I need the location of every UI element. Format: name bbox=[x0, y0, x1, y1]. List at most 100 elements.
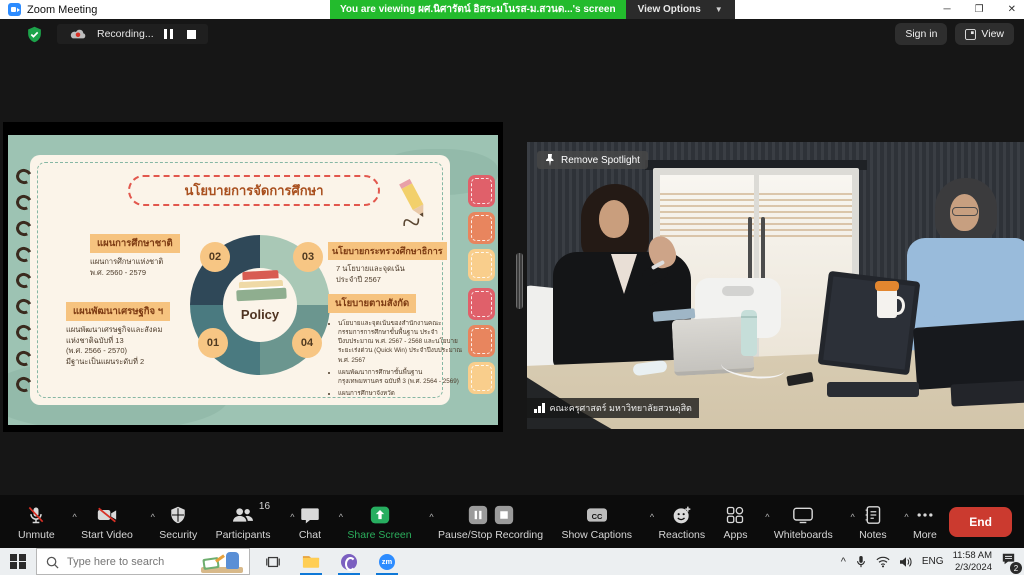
whiteboards-label: Whiteboards bbox=[774, 529, 833, 541]
power-strip bbox=[827, 382, 919, 397]
share-screen-button[interactable]: Share Screen ^ bbox=[341, 502, 425, 541]
participant-name: คณะครุศาสตร์ มหาวิทยาลัยสวนดุสิต bbox=[550, 401, 692, 415]
pause-stop-label: Pause/Stop Recording bbox=[438, 529, 543, 541]
bullet-item: แผนการศึกษาจังหวัด bbox=[338, 389, 464, 398]
policy-center-label: Policy bbox=[220, 307, 300, 322]
notebook-coils bbox=[16, 169, 32, 392]
stop-recording-icon[interactable] bbox=[187, 30, 196, 39]
pause-recording-icon[interactable] bbox=[164, 29, 173, 39]
show-captions-label: Show Captions bbox=[561, 529, 632, 541]
taskbar-search[interactable] bbox=[36, 548, 250, 575]
bittorrent-button[interactable] bbox=[334, 548, 364, 575]
block-body: แผนพัฒนาเศรษฐกิจและสังคม แห่งชาติฉบับที่… bbox=[66, 325, 196, 367]
chat-button[interactable]: Chat ^ bbox=[293, 502, 335, 541]
file-explorer-icon bbox=[302, 554, 320, 569]
reactions-button[interactable]: Reactions bbox=[652, 502, 711, 541]
zoom-taskbar-icon: zm bbox=[379, 554, 395, 570]
share-screen-label: Share Screen bbox=[347, 529, 411, 541]
view-options-label: View Options bbox=[638, 4, 701, 15]
view-layout-icon bbox=[965, 29, 976, 40]
zoom-taskbar-button[interactable]: zm bbox=[372, 548, 402, 575]
whiteboards-button[interactable]: Whiteboards ^ bbox=[768, 502, 847, 541]
task-view-button[interactable] bbox=[258, 548, 288, 575]
clock-date: 2/3/2024 bbox=[953, 562, 992, 574]
volume-icon[interactable] bbox=[899, 556, 913, 568]
system-tray: ^ ENG 11:58 AM 2/3/2024 2 bbox=[841, 548, 1024, 575]
slide-block-ministry-policy: นโยบายกระทรวงศึกษาธิการ 7 นโยบายและจุดเน… bbox=[328, 241, 468, 285]
security-button[interactable]: Security bbox=[153, 502, 203, 541]
signal-bars-icon bbox=[534, 403, 545, 413]
more-button[interactable]: More bbox=[907, 502, 943, 541]
remove-spotlight-button[interactable]: Remove Spotlight bbox=[537, 151, 648, 169]
security-label: Security bbox=[159, 529, 197, 541]
security-icon bbox=[169, 505, 187, 525]
block-heading: แผนพัฒนาเศรษฐกิจ ฯ bbox=[66, 302, 170, 321]
sign-in-button[interactable]: Sign in bbox=[895, 23, 947, 45]
slide-block-national-education-plan: แผนการศึกษาชาติ แผนการศึกษาแห่งชาติ พ.ศ.… bbox=[90, 233, 180, 278]
zoom-meeting-window: Zoom Meeting ─ ❐ ✕ You are viewing ผศ.นิ… bbox=[0, 0, 1024, 575]
wifi-icon[interactable] bbox=[876, 556, 890, 568]
bullet-item: แผนพัฒนาการศึกษาขั้นพื้นฐานกรุงเทพมหานคร… bbox=[338, 368, 464, 386]
search-input[interactable] bbox=[67, 556, 197, 568]
laptop-screen bbox=[818, 271, 921, 376]
badge-02: 02 bbox=[200, 242, 230, 272]
cloud-recording-icon bbox=[69, 28, 87, 40]
close-icon[interactable]: ✕ bbox=[1008, 5, 1016, 15]
view-button[interactable]: View bbox=[955, 23, 1014, 45]
whiteboard-icon bbox=[792, 505, 814, 525]
file-explorer-button[interactable] bbox=[296, 548, 326, 575]
windows-logo-icon bbox=[10, 554, 26, 570]
participants-count: 16 bbox=[259, 501, 270, 512]
window-title: Zoom Meeting bbox=[27, 4, 97, 16]
clock[interactable]: 11:58 AM 2/3/2024 bbox=[953, 550, 992, 574]
block-body: 7 นโยบายและจุดเน้น ประจำปี 2567 bbox=[336, 264, 468, 285]
participants-label: Participants bbox=[216, 529, 271, 541]
start-video-button[interactable]: Start Video ^ bbox=[75, 502, 147, 541]
tray-expand-chevron[interactable]: ^ bbox=[841, 556, 846, 568]
pane-resize-handle[interactable] bbox=[516, 253, 523, 309]
apps-button[interactable]: Apps ^ bbox=[718, 502, 762, 541]
start-button[interactable] bbox=[0, 548, 36, 575]
action-center-button[interactable]: 2 bbox=[1001, 552, 1016, 571]
chat-label: Chat bbox=[299, 529, 321, 541]
participants-icon bbox=[231, 505, 255, 525]
language-indicator[interactable]: ENG bbox=[922, 556, 944, 567]
reactions-smiley-icon bbox=[672, 505, 692, 525]
minimize-icon[interactable]: ─ bbox=[944, 5, 951, 15]
books-icon bbox=[234, 270, 287, 302]
header-actions: Sign in View bbox=[895, 23, 1014, 45]
unmute-label: Unmute bbox=[18, 529, 55, 541]
side-tab bbox=[468, 212, 495, 244]
end-meeting-button[interactable]: End bbox=[949, 507, 1012, 537]
search-promo-illustration bbox=[199, 548, 245, 573]
bittorrent-icon bbox=[341, 554, 357, 570]
recording-indicator: Recording... bbox=[57, 24, 208, 44]
spotlight-video-pane: Remove Spotlight คณะครุศาสตร์ มหาวิทยาลั… bbox=[527, 142, 1024, 429]
slide-block-economic-plan: แผนพัฒนาเศรษฐกิจ ฯ แผนพัฒนาเศรษฐกิจและสั… bbox=[66, 301, 196, 367]
notification-badge: 2 bbox=[1010, 562, 1022, 574]
notes-button[interactable]: Notes ^ bbox=[853, 502, 900, 541]
clock-time: 11:58 AM bbox=[953, 550, 992, 562]
bullet-item: นโยบายและจุดเน้นของสำนักงานคณะกรรมการการ… bbox=[338, 319, 464, 365]
tray-microphone-icon[interactable] bbox=[855, 555, 867, 569]
sign-in-label: Sign in bbox=[905, 28, 937, 40]
coffee-mug bbox=[877, 288, 897, 318]
reactions-label: Reactions bbox=[658, 529, 705, 541]
show-captions-button[interactable]: CC Show Captions ^ bbox=[555, 502, 646, 541]
view-options-button[interactable]: View Options ▼ bbox=[626, 0, 735, 19]
apps-label: Apps bbox=[724, 529, 748, 541]
start-video-label: Start Video bbox=[81, 529, 133, 541]
windows-taskbar: zm ^ ENG 11:58 AM 2/3/2024 2 bbox=[0, 548, 1024, 575]
restore-icon[interactable]: ❐ bbox=[975, 5, 984, 15]
participants-button[interactable]: 16 Participants ^ bbox=[210, 502, 287, 541]
search-icon bbox=[46, 556, 59, 569]
meeting-content: Recording... Sign in View bbox=[0, 19, 1024, 495]
pause-stop-recording-button[interactable]: Pause/Stop Recording bbox=[432, 502, 549, 541]
participant-glasses bbox=[952, 207, 978, 216]
badge-01: 01 bbox=[198, 328, 228, 358]
security-shield-icon[interactable] bbox=[26, 26, 43, 43]
slide-title: นโยบายการจัดการศึกษา bbox=[128, 175, 380, 206]
more-label: More bbox=[913, 529, 937, 541]
unmute-button[interactable]: Unmute ^ bbox=[12, 502, 69, 541]
chevron-down-icon: ▼ bbox=[715, 5, 723, 14]
